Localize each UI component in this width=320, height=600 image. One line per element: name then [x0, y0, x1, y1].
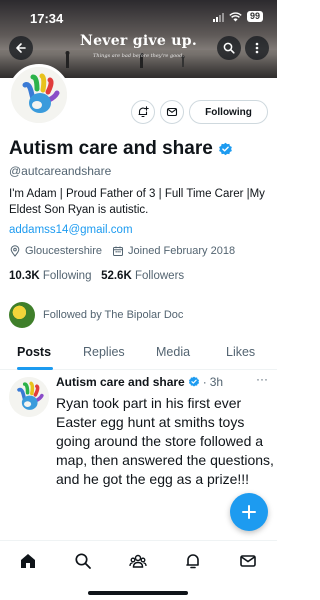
- bottom-nav: [0, 540, 277, 600]
- profile-avatar[interactable]: [8, 64, 70, 126]
- status-bar: 17:34 99: [0, 0, 277, 34]
- followers-stat[interactable]: 52.6K Followers: [101, 270, 184, 282]
- profile-location: Gloucestershire: [25, 245, 103, 257]
- verified-icon: [218, 142, 232, 155]
- signal-icon: [212, 12, 224, 22]
- compose-button[interactable]: [230, 493, 268, 531]
- status-icons: 99: [212, 11, 263, 22]
- search-nav-icon: [75, 553, 91, 569]
- wifi-icon: [229, 11, 242, 21]
- following-label: Following: [42, 270, 92, 282]
- home-icon: [21, 554, 35, 568]
- post-header: Autism care and share · 3h: [56, 375, 223, 389]
- post-time: 3h: [209, 375, 224, 389]
- nav-communities[interactable]: [127, 550, 149, 572]
- profile-handle: @autcareandshare: [9, 164, 112, 178]
- profile-tabs: Posts Replies Media Likes: [0, 336, 277, 370]
- battery-icon: 99: [246, 11, 263, 22]
- nav-home[interactable]: [17, 550, 39, 572]
- compose-icon: [242, 505, 256, 519]
- following-stat[interactable]: 10.3K Following: [9, 270, 91, 282]
- nav-notifications[interactable]: [182, 550, 204, 572]
- tab-likes[interactable]: Likes: [226, 345, 255, 359]
- post-verified-icon: [188, 376, 199, 387]
- nav-search[interactable]: [72, 550, 94, 572]
- post-author-name[interactable]: Autism care and share: [56, 375, 185, 389]
- location-icon: [10, 245, 20, 257]
- followed-by[interactable]: Followed by The Bipolar Doc: [9, 302, 183, 328]
- nav-messages[interactable]: [237, 550, 259, 572]
- followers-label: Followers: [134, 270, 185, 282]
- communities-icon: [129, 554, 147, 568]
- tab-media[interactable]: Media: [156, 345, 190, 359]
- message-button[interactable]: [160, 100, 184, 124]
- post-avatar[interactable]: [9, 377, 49, 417]
- handprint-image: [11, 67, 67, 123]
- notify-button[interactable]: [131, 100, 155, 124]
- tab-replies[interactable]: Replies: [83, 345, 125, 359]
- following-count: 10.3K: [9, 270, 40, 282]
- notifications-icon: [186, 554, 199, 569]
- post-text: Ryan took part in his first ever Easter …: [56, 395, 274, 487]
- more-options-button[interactable]: [245, 36, 269, 60]
- profile-meta: Gloucestershire Joined February 2018: [9, 245, 235, 257]
- back-arrow-icon: [16, 43, 26, 53]
- follower-avatar: [9, 302, 35, 328]
- active-tab-indicator: [17, 367, 53, 370]
- following-button[interactable]: Following: [189, 100, 268, 124]
- profile-bio: I'm Adam | Proud Father of 3 | Full Time…: [9, 188, 265, 216]
- home-indicator: [88, 591, 188, 595]
- calendar-icon: [113, 246, 124, 256]
- profile-name: Autism care and share: [9, 138, 213, 159]
- message-icon: [166, 107, 178, 117]
- messages-icon: [240, 555, 256, 567]
- follow-stats: 10.3K Following 52.6K Followers: [9, 270, 184, 282]
- back-button[interactable]: [9, 36, 33, 60]
- notification-plus-icon: [138, 106, 149, 118]
- tab-posts[interactable]: Posts: [17, 345, 51, 359]
- post-handprint-image: [9, 377, 49, 417]
- search-button[interactable]: [217, 36, 241, 60]
- search-icon: [223, 42, 235, 54]
- more-icon: [255, 42, 259, 54]
- followed-by-text: Followed by The Bipolar Doc: [43, 309, 184, 321]
- post-separator: ·: [202, 375, 207, 389]
- followers-count: 52.6K: [101, 270, 132, 282]
- profile-joined: Joined February 2018: [128, 245, 236, 257]
- status-time: 17:34: [30, 11, 64, 26]
- profile-link[interactable]: addamss14@gmail.com: [9, 224, 133, 236]
- post-more-button[interactable]: ···: [256, 372, 268, 386]
- profile-name-row: Autism care and share: [9, 138, 233, 160]
